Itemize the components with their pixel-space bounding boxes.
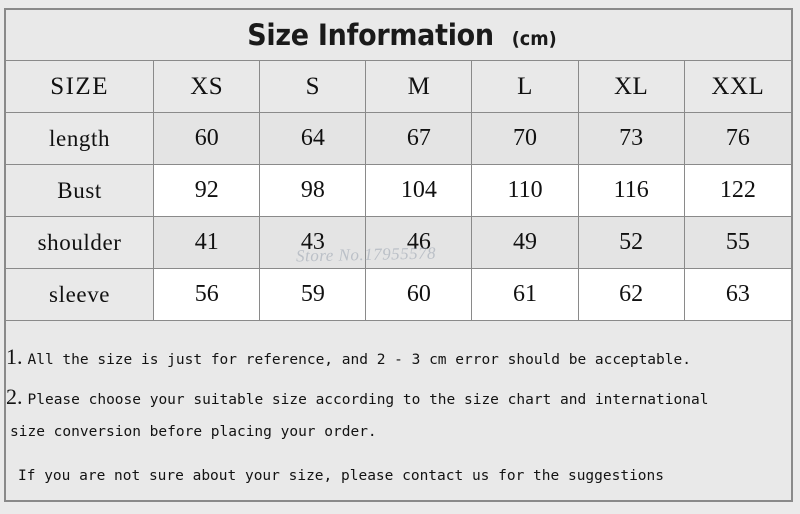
cell-bust-m: 104: [365, 164, 473, 217]
cell-length-s: 64: [259, 112, 367, 165]
cell-shoulder-xl: 52: [577, 216, 685, 269]
note-item-2-continued: size conversion before placing your orde…: [6, 423, 791, 440]
header-size-label: SIZE: [4, 60, 155, 113]
notes-row: 1. All the size is just for reference, a…: [5, 320, 792, 501]
note-2-number: 2.: [6, 383, 23, 409]
table-header-row: SIZE XS S M L XL XXL: [4, 60, 793, 113]
cell-length-m: 67: [365, 112, 473, 165]
note-item-1: 1. All the size is just for reference, a…: [6, 343, 791, 369]
chart-title-cell: Size Information (cm): [5, 9, 792, 61]
cell-sleeve-s: 59: [259, 268, 367, 321]
cell-sleeve-m: 60: [365, 268, 473, 321]
header-size-xs: XS: [153, 60, 261, 113]
note-1-number: 1.: [6, 343, 23, 369]
cell-sleeve-xxl: 63: [683, 268, 793, 321]
cell-shoulder-s: 43: [259, 216, 367, 269]
row-label-sleeve: sleeve: [4, 268, 155, 321]
cell-length-xs: 60: [153, 112, 261, 165]
header-size-s: S: [259, 60, 367, 113]
cell-bust-xl: 116: [577, 164, 685, 217]
size-chart-container: Size Information (cm) SIZE XS S M L XL X…: [4, 8, 793, 502]
cell-length-xxl: 76: [683, 112, 793, 165]
header-size-xxl: XXL: [683, 60, 793, 113]
header-size-l: L: [471, 60, 579, 113]
cell-length-xl: 73: [577, 112, 685, 165]
chart-title-main: Size Information: [247, 18, 495, 52]
row-label-length: length: [4, 112, 155, 165]
chart-title-unit: (cm): [512, 28, 558, 50]
table-row-shoulder: shoulder 41 43 46 49 52 55: [4, 216, 793, 269]
table-row-sleeve: sleeve 56 59 60 61 62 63: [4, 268, 793, 321]
table-row-length: length 60 64 67 70 73 76: [4, 112, 793, 165]
cell-shoulder-m: 46: [365, 216, 473, 269]
note-1-text: All the size is just for reference, and …: [27, 351, 691, 368]
cell-shoulder-xxl: 55: [683, 216, 793, 269]
cell-length-l: 70: [471, 112, 579, 165]
row-label-shoulder: shoulder: [4, 216, 155, 269]
row-label-bust: Bust: [4, 164, 155, 217]
notes-section: 1. All the size is just for reference, a…: [5, 320, 792, 501]
cell-bust-xxl: 122: [683, 164, 793, 217]
header-size-xl: XL: [577, 60, 685, 113]
cell-shoulder-l: 49: [471, 216, 579, 269]
cell-shoulder-xs: 41: [153, 216, 261, 269]
note-item-2: 2. Please choose your suitable size acco…: [6, 383, 791, 409]
note-2-text-continued: size conversion before placing your orde…: [10, 423, 377, 440]
table-row-bust: Bust 92 98 104 110 116 122: [4, 164, 793, 217]
note-item-3: If you are not sure about your size, ple…: [6, 469, 791, 484]
cell-bust-l: 110: [471, 164, 579, 217]
cell-sleeve-xl: 62: [577, 268, 685, 321]
note-3-text: If you are not sure about your size, ple…: [18, 468, 665, 484]
chart-title: Size Information (cm): [6, 18, 791, 52]
title-row: Size Information (cm): [5, 9, 792, 61]
header-size-m: M: [365, 60, 473, 113]
size-information-table: Size Information (cm) SIZE XS S M L XL X…: [4, 9, 793, 501]
note-2-text: Please choose your suitable size accordi…: [27, 391, 709, 408]
cell-bust-xs: 92: [153, 164, 261, 217]
cell-sleeve-l: 61: [471, 268, 579, 321]
cell-bust-s: 98: [259, 164, 367, 217]
cell-sleeve-xs: 56: [153, 268, 261, 321]
